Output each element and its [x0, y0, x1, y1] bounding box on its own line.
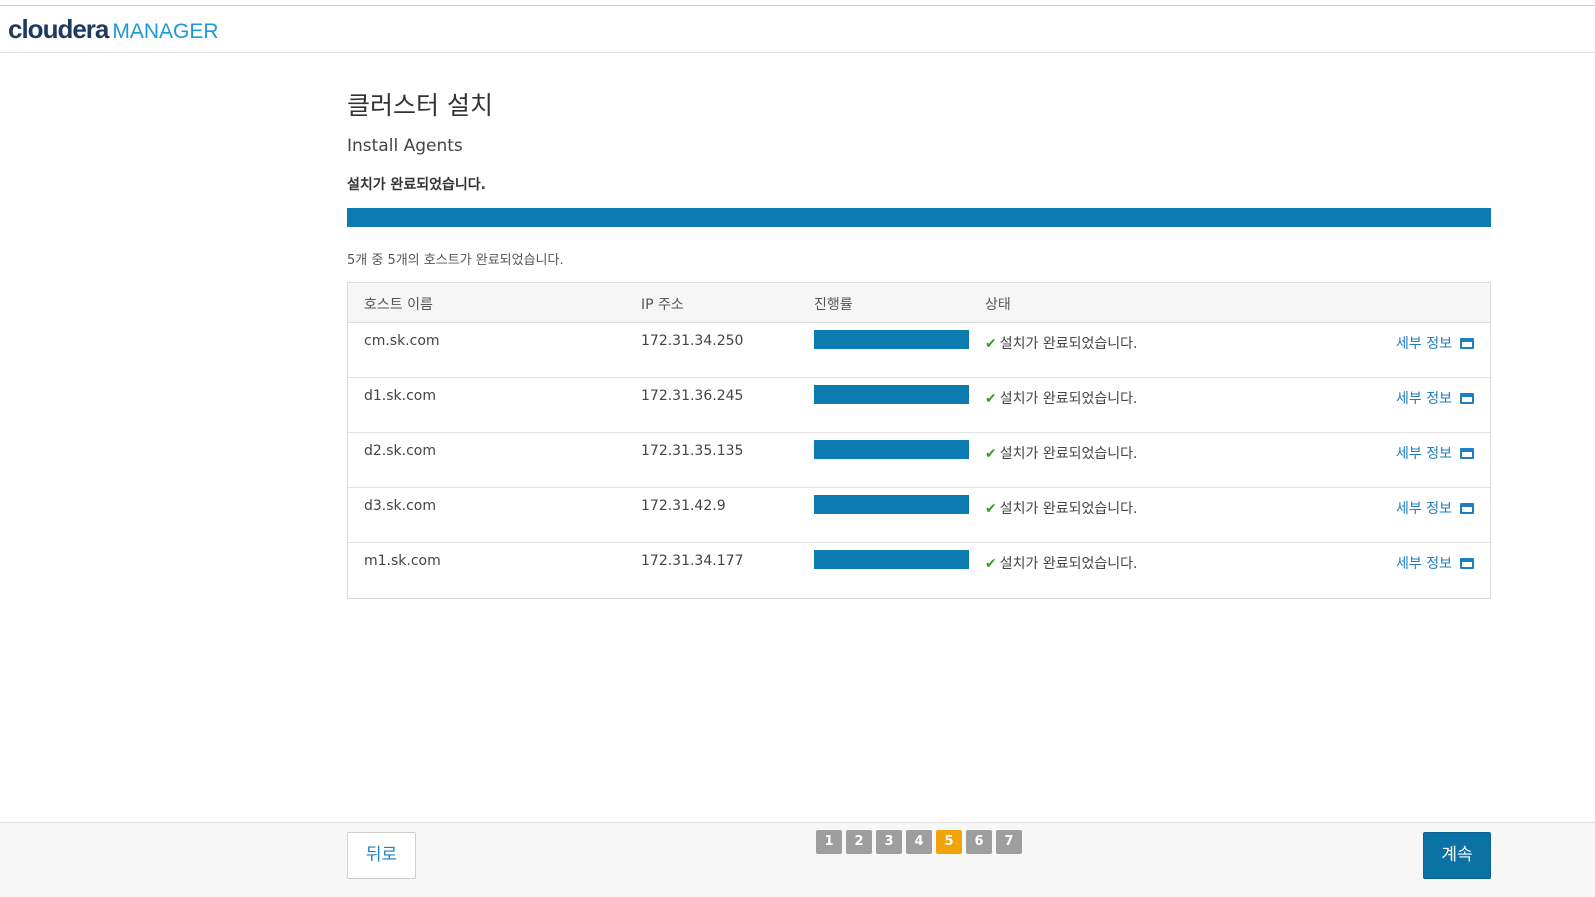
host-name: m1.sk.com [364, 553, 441, 569]
logo-product: MANAGER [112, 20, 219, 43]
step-1[interactable]: 1 [816, 830, 842, 854]
host-state-text: 설치가 완료되었습니다. [999, 336, 1138, 352]
table-row: cm.sk.com 172.31.34.250 ✔ 설치가 완료되었습니다. 세부 정보 [348, 323, 1490, 378]
window-icon [1460, 448, 1474, 459]
host-state: ✔ 설치가 완료되었습니다. [985, 498, 1137, 518]
step-3[interactable]: 3 [876, 830, 902, 854]
details-label: 세부 정보 [1396, 336, 1452, 352]
host-progress-fill [814, 495, 969, 514]
overall-progress-bar [347, 208, 1491, 227]
host-ip: 172.31.35.135 [641, 443, 744, 459]
host-name: d1.sk.com [364, 388, 436, 404]
hosts-table: 호스트 이름 IP 주소 진행률 상태 cm.sk.com 172.31.34.2… [347, 282, 1491, 599]
details-label: 세부 정보 [1396, 446, 1452, 462]
page-subtitle: Install Agents [347, 136, 463, 156]
check-icon: ✔ [985, 391, 997, 407]
overall-progress-fill [347, 208, 1491, 227]
window-icon [1460, 558, 1474, 569]
table-row: d3.sk.com 172.31.42.9 ✔ 설치가 완료되었습니다. 세부 정보 [348, 488, 1490, 543]
continue-button[interactable]: 계속 [1423, 832, 1491, 879]
wizard-footer: 뒤로 1234567 계속 [0, 822, 1595, 897]
host-name: d3.sk.com [364, 498, 436, 514]
install-status: 설치가 완료되었습니다. [347, 177, 486, 193]
table-row: d2.sk.com 172.31.35.135 ✔ 설치가 완료되었습니다. 세부 정보 [348, 433, 1490, 488]
host-name: d2.sk.com [364, 443, 436, 459]
table-row: d1.sk.com 172.31.36.245 ✔ 설치가 완료되었습니다. 세부 정보 [348, 378, 1490, 433]
host-state-text: 설치가 완료되었습니다. [999, 556, 1138, 572]
column-header-progress: 진행률 [814, 297, 853, 313]
main-content: 클러스터 설치 Install Agents 설치가 완료되었습니다. 5개 중… [347, 86, 1491, 599]
details-link[interactable]: 세부 정보 [1396, 388, 1474, 408]
wizard-steps: 1234567 [816, 830, 1022, 854]
step-6[interactable]: 6 [966, 830, 992, 854]
host-progress-fill [814, 385, 969, 404]
app-header: cloudera MANAGER [0, 6, 1595, 53]
host-state: ✔ 설치가 완료되었습니다. [985, 333, 1137, 353]
host-progress-bar [814, 385, 969, 404]
host-ip: 172.31.34.177 [641, 553, 744, 569]
host-state: ✔ 설치가 완료되었습니다. [985, 443, 1137, 463]
check-icon: ✔ [985, 556, 997, 572]
step-4[interactable]: 4 [906, 830, 932, 854]
details-label: 세부 정보 [1396, 391, 1452, 407]
host-ip: 172.31.42.9 [641, 498, 726, 514]
details-link[interactable]: 세부 정보 [1396, 333, 1474, 353]
window-icon [1460, 338, 1474, 349]
step-5[interactable]: 5 [936, 830, 962, 854]
table-header: 호스트 이름 IP 주소 진행률 상태 [348, 283, 1490, 323]
host-ip: 172.31.36.245 [641, 388, 744, 404]
host-state-text: 설치가 완료되었습니다. [999, 391, 1138, 407]
host-count-text: 5개 중 5개의 호스트가 완료되었습니다. [347, 253, 564, 268]
table-body: cm.sk.com 172.31.34.250 ✔ 설치가 완료되었습니다. 세부 정보… [348, 323, 1490, 598]
column-header-ip: IP 주소 [641, 297, 684, 313]
host-name: cm.sk.com [364, 333, 440, 349]
step-2[interactable]: 2 [846, 830, 872, 854]
host-progress-fill [814, 330, 969, 349]
host-progress-bar [814, 550, 969, 569]
host-state-text: 설치가 완료되었습니다. [999, 446, 1138, 462]
logo-brand: cloudera [8, 14, 109, 44]
host-progress-bar [814, 330, 969, 349]
host-state-text: 설치가 완료되었습니다. [999, 501, 1138, 517]
host-progress-bar [814, 495, 969, 514]
step-7[interactable]: 7 [996, 830, 1022, 854]
details-link[interactable]: 세부 정보 [1396, 498, 1474, 518]
check-icon: ✔ [985, 446, 997, 462]
details-link[interactable]: 세부 정보 [1396, 443, 1474, 463]
details-label: 세부 정보 [1396, 501, 1452, 517]
column-header-state: 상태 [985, 297, 1011, 313]
details-label: 세부 정보 [1396, 556, 1452, 572]
host-state: ✔ 설치가 완료되었습니다. [985, 388, 1137, 408]
back-button[interactable]: 뒤로 [347, 832, 416, 879]
check-icon: ✔ [985, 336, 997, 352]
details-link[interactable]: 세부 정보 [1396, 553, 1474, 573]
page-title: 클러스터 설치 [347, 91, 493, 120]
window-icon [1460, 503, 1474, 514]
host-progress-bar [814, 440, 969, 459]
window-icon [1460, 393, 1474, 404]
host-ip: 172.31.34.250 [641, 333, 744, 349]
check-icon: ✔ [985, 501, 997, 517]
host-progress-fill [814, 440, 969, 459]
cloudera-manager-logo[interactable]: cloudera MANAGER [8, 14, 219, 45]
host-state: ✔ 설치가 완료되었습니다. [985, 553, 1137, 573]
table-row: m1.sk.com 172.31.34.177 ✔ 설치가 완료되었습니다. 세부 정보 [348, 543, 1490, 598]
column-header-host: 호스트 이름 [364, 297, 433, 313]
host-progress-fill [814, 550, 969, 569]
